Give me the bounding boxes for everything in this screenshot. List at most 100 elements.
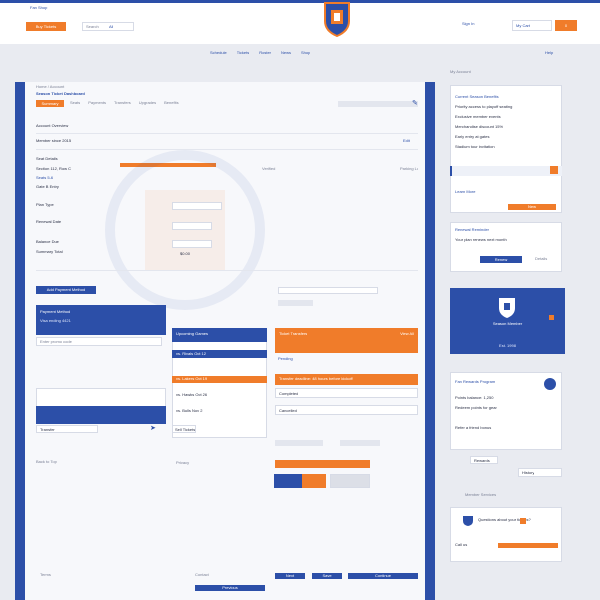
transfer-row[interactable]: Completed bbox=[275, 388, 418, 398]
highlight-marker-icon bbox=[550, 166, 558, 174]
team-crest-logo[interactable] bbox=[322, 1, 352, 38]
crest-marker-icon bbox=[549, 315, 554, 320]
detail-row: Parking Lot 3 bbox=[400, 167, 418, 171]
orange-progress-strip bbox=[275, 460, 370, 468]
sell-tickets-button[interactable]: Sell Tickets bbox=[172, 425, 196, 433]
benefit-item: Early entry at gates bbox=[455, 135, 490, 139]
new-badge[interactable]: New bbox=[508, 204, 556, 210]
form-label: Balance Due bbox=[36, 240, 59, 244]
tab-strip: Seats Payments Transfers Upgrades Benefi… bbox=[70, 101, 220, 107]
rewards-button[interactable]: Rewards bbox=[470, 456, 498, 464]
bottom-links-2: Privacy bbox=[176, 460, 256, 466]
transfer-meta bbox=[275, 440, 323, 446]
card-select[interactable] bbox=[278, 287, 378, 294]
upcoming-games-header: Upcoming Games bbox=[172, 328, 267, 342]
game-row-highlight[interactable]: vs. Rivals Oct 12 bbox=[172, 350, 267, 358]
transfers-label-chip bbox=[278, 300, 313, 306]
nav-item-roster[interactable]: Roster bbox=[259, 51, 271, 57]
help-link[interactable]: Help bbox=[545, 51, 575, 56]
tab-transfers[interactable]: Transfers bbox=[114, 101, 131, 107]
sidebar-label: My Account bbox=[450, 70, 471, 74]
services-marker-icon bbox=[520, 518, 526, 524]
benefit-item: Priority access to playoff seating bbox=[455, 105, 513, 109]
tab-summary[interactable]: Summary bbox=[36, 100, 64, 107]
benefit-item: Exclusive member events bbox=[455, 115, 501, 119]
renewal-details-link[interactable]: Details bbox=[535, 257, 557, 262]
rewards-history-button[interactable]: History bbox=[518, 468, 562, 477]
renewal-date-field[interactable] bbox=[172, 222, 212, 230]
continue-button[interactable]: Continue bbox=[348, 573, 418, 579]
payment-method-card[interactable]: Payment Method Visa ending 4421 bbox=[36, 305, 166, 335]
services-title: Member Services bbox=[465, 493, 497, 497]
page-title: Season Ticket Dashboard bbox=[36, 92, 85, 96]
renew-button[interactable]: Renew bbox=[480, 256, 522, 263]
ticket-transfers-header[interactable]: Ticket Transfers View All bbox=[275, 328, 418, 353]
shield-icon bbox=[497, 297, 517, 319]
game-row[interactable]: vs. Bulls Nov 2 bbox=[176, 409, 261, 414]
renewal-text: Your plan renews next month bbox=[455, 238, 507, 242]
card-details-box[interactable] bbox=[36, 388, 166, 408]
transfer-deadline-strip: Transfer deadline: 48 hours before kicko… bbox=[275, 374, 418, 385]
cart-count-badge[interactable]: 0 bbox=[555, 20, 577, 31]
benefits-title: Current Season Benefits bbox=[455, 95, 499, 99]
card-details-footer-bar bbox=[36, 406, 166, 424]
rewards-title: Fan Rewards Program bbox=[455, 380, 496, 384]
header-top-stripe bbox=[0, 0, 600, 3]
learn-more-link[interactable]: Learn More bbox=[455, 190, 495, 195]
previous-button[interactable]: Previous bbox=[195, 585, 265, 591]
nav-item-shop[interactable]: Shop bbox=[301, 51, 310, 57]
divider bbox=[36, 270, 418, 271]
reward-item: Refer a friend bonus bbox=[455, 426, 492, 430]
nav-item-schedule[interactable]: Schedule bbox=[210, 51, 227, 57]
fan-shop-link[interactable]: Fan Shop bbox=[30, 6, 70, 11]
bottom-links: Back to Top bbox=[36, 460, 156, 466]
contact-link[interactable]: Contact bbox=[195, 573, 255, 578]
edit-pencil-icon[interactable]: ✎ bbox=[412, 100, 420, 108]
search-input[interactable]: Search All bbox=[82, 22, 134, 31]
privacy-link[interactable]: Privacy bbox=[176, 460, 189, 465]
nav-item-tickets[interactable]: Tickets bbox=[237, 51, 250, 57]
terms-link[interactable]: Terms bbox=[40, 573, 100, 578]
add-payment-button[interactable]: Add Payment Method bbox=[36, 286, 96, 294]
form-label: Plan Type bbox=[36, 203, 54, 207]
reward-item: Redeem points for gear bbox=[455, 406, 497, 410]
action-transfer-button[interactable]: Transfer bbox=[36, 425, 98, 433]
transfer-status[interactable]: Pending bbox=[278, 357, 338, 362]
services-call-link[interactable]: Call us bbox=[455, 543, 485, 548]
game-row[interactable]: vs. Hawks Oct 26 bbox=[176, 393, 261, 398]
buy-tickets-button[interactable]: Buy Tickets bbox=[26, 22, 66, 31]
services-orange-bar bbox=[498, 543, 558, 548]
summary-total-label: Summary Total bbox=[36, 250, 63, 254]
cart-button[interactable]: My Cart bbox=[512, 20, 552, 31]
nav-item-news[interactable]: News bbox=[281, 51, 291, 57]
back-to-top-link[interactable]: Back to Top bbox=[36, 460, 57, 466]
blue-card-thumb[interactable] bbox=[274, 474, 326, 488]
grey-card-thumb[interactable] bbox=[330, 474, 370, 488]
tab-seats[interactable]: Seats bbox=[70, 101, 80, 107]
transfer-meta bbox=[340, 440, 380, 446]
renewal-title: Renewal Reminder bbox=[455, 228, 490, 232]
balance-due-field[interactable] bbox=[172, 240, 212, 248]
crest-text: Season Member bbox=[492, 322, 523, 326]
edit-account-link[interactable]: Edit bbox=[403, 139, 418, 144]
tab-benefits[interactable]: Benefits bbox=[164, 101, 178, 107]
promo-code-input[interactable]: Enter promo code bbox=[36, 337, 162, 346]
save-button[interactable]: Save bbox=[312, 573, 342, 579]
rewards-badge-icon bbox=[544, 378, 556, 390]
sign-in-link[interactable]: Sign In bbox=[462, 22, 506, 27]
summary-total-value: $0.00 bbox=[180, 252, 191, 256]
transfer-row[interactable]: Cancelled bbox=[275, 405, 418, 415]
divider bbox=[36, 133, 418, 134]
watermark-crest-icon bbox=[95, 150, 275, 310]
next-button[interactable]: Next bbox=[275, 573, 305, 579]
benefit-item: Stadium tour invitation bbox=[455, 145, 495, 149]
member-since-label: Member since 2015 bbox=[36, 139, 72, 143]
upcoming-games-card bbox=[172, 328, 267, 438]
breadcrumb[interactable]: Home / Account bbox=[36, 85, 116, 90]
tab-upgrades[interactable]: Upgrades bbox=[139, 101, 156, 107]
left-blue-rail bbox=[15, 82, 25, 600]
plan-type-field[interactable] bbox=[172, 202, 222, 210]
game-row-orange[interactable]: vs. Lakers Oct 19 bbox=[172, 376, 267, 383]
tab-payments[interactable]: Payments bbox=[88, 101, 106, 107]
crest-subtext: Est. 1998 bbox=[499, 344, 516, 348]
